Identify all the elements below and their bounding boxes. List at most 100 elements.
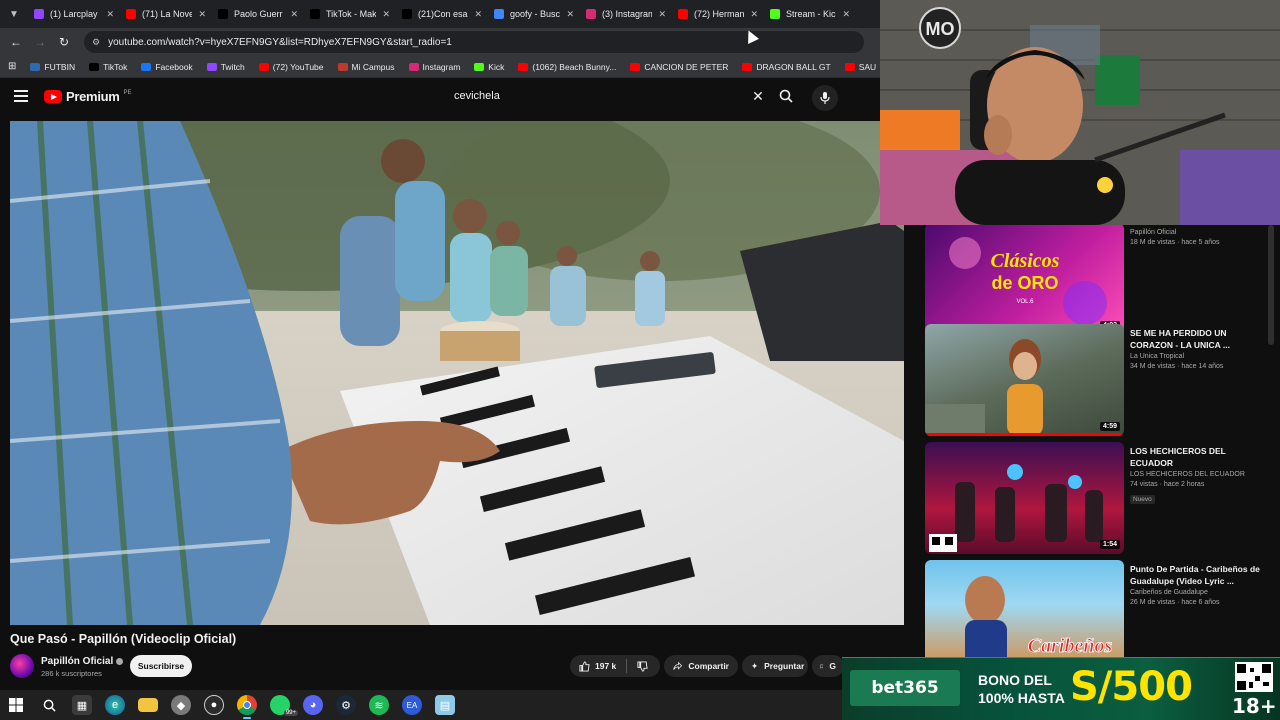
- bookmark-item[interactable]: DRAGON BALL GT: [742, 62, 831, 72]
- microphone-icon: [820, 92, 830, 104]
- close-tab-icon[interactable]: ✕: [566, 9, 574, 20]
- browser-tab[interactable]: (72) Herman ✕: [672, 0, 764, 28]
- bookmark-item[interactable]: (1062) Beach Bunny...: [518, 62, 616, 72]
- tab-label: (21)Con esa: [418, 9, 468, 19]
- channel-avatar[interactable]: [10, 654, 34, 678]
- search-button[interactable]: [770, 84, 802, 108]
- save-button[interactable]: G: [812, 655, 844, 677]
- sponsor-amount: S/500: [1070, 664, 1193, 710]
- logo-text: Premium: [66, 89, 120, 104]
- browser-tab[interactable]: (21)Con esa ✕: [396, 0, 488, 28]
- rec-title[interactable]: Punto De Partida - Caribeños de Guadalup…: [1130, 564, 1260, 587]
- browser-tab[interactable]: Paolo Guerr ✕: [212, 0, 304, 28]
- video-thumbnail[interactable]: Clásicos de ORO VOL.6 4:03: [925, 225, 1124, 335]
- video-player[interactable]: [10, 121, 904, 625]
- tiktok-icon: [218, 9, 228, 19]
- notepad-icon[interactable]: ▤: [435, 695, 455, 715]
- tab-search-icon[interactable]: ▼: [0, 0, 28, 28]
- browser-tab[interactable]: (71) La Nove ✕: [120, 0, 212, 28]
- bookmark-item[interactable]: TikTok: [89, 62, 127, 72]
- bookmark-favicon-icon: [89, 62, 100, 71]
- twitch-icon: [34, 9, 44, 19]
- file-explorer-icon[interactable]: [138, 698, 158, 712]
- ask-button[interactable]: ✦ Preguntar: [742, 655, 808, 677]
- back-button[interactable]: ←: [6, 32, 26, 52]
- thumbs-up-icon: [579, 660, 590, 672]
- browser-tab[interactable]: (3) Instagram ✕: [580, 0, 672, 28]
- share-button[interactable]: Compartir: [664, 655, 738, 677]
- browser-tab[interactable]: goofy - Busc ✕: [488, 0, 580, 28]
- spotify-icon[interactable]: ≋: [369, 695, 389, 715]
- bookmark-item[interactable]: Kick: [474, 62, 504, 72]
- menu-icon[interactable]: [14, 90, 28, 102]
- google-icon: [494, 9, 504, 19]
- youtube-premium-logo[interactable]: Premium PE: [44, 89, 132, 104]
- discord-icon[interactable]: ◕: [303, 695, 323, 715]
- rec-channel[interactable]: Papillón Oficial: [1130, 229, 1260, 236]
- sponsor-logo: bet365: [850, 670, 960, 706]
- thumbs-down-icon[interactable]: [637, 660, 648, 672]
- whatsapp-icon[interactable]: 99+: [270, 695, 298, 716]
- close-tab-icon[interactable]: ✕: [290, 9, 298, 20]
- search-icon[interactable]: [39, 695, 59, 715]
- video-thumbnail[interactable]: Caribeños: [925, 560, 1124, 657]
- bookmark-item[interactable]: Twitch: [206, 62, 245, 72]
- recommendation-item[interactable]: 1:54 LOS HECHICEROS DEL ECUADOR LOS HECH…: [925, 442, 1267, 556]
- recommendation-item[interactable]: 4:59 SE ME HA PERDIDO UN CORAZON - LA UN…: [925, 324, 1267, 438]
- chrome-icon[interactable]: [237, 695, 257, 719]
- rec-title[interactable]: SE ME HA PERDIDO UN CORAZON - LA UNICA .…: [1130, 328, 1260, 351]
- voice-search-button[interactable]: [812, 85, 838, 111]
- rec-title[interactable]: LOS HECHICEROS DEL ECUADOR: [1130, 446, 1260, 469]
- subscribe-button[interactable]: Suscribirse: [130, 655, 192, 677]
- browser-tab[interactable]: Stream - Kick ✕: [764, 0, 856, 28]
- video-thumbnail[interactable]: 1:54: [925, 442, 1124, 554]
- edge-icon[interactable]: e: [105, 695, 125, 715]
- game-icon[interactable]: ◆: [171, 695, 191, 715]
- close-tab-icon[interactable]: ✕: [842, 9, 850, 20]
- close-tab-icon[interactable]: ✕: [658, 9, 666, 20]
- browser-tab[interactable]: TikTok - Mak ✕: [304, 0, 396, 28]
- close-tab-icon[interactable]: ✕: [382, 9, 390, 20]
- bookmark-item[interactable]: CANCION DE PETER: [630, 62, 728, 72]
- bookmark-item[interactable]: (72) YouTube: [258, 62, 324, 72]
- bookmark-label: CANCION DE PETER: [644, 61, 729, 72]
- like-button[interactable]: 197 k: [579, 660, 616, 672]
- recommendation-item[interactable]: Clásicos de ORO VOL.6 4:03 Papillón Ofic…: [925, 225, 1267, 337]
- rec-channel[interactable]: LOS HECHICEROS DEL ECUADOR: [1130, 471, 1260, 478]
- steam-icon[interactable]: ⚙: [336, 695, 356, 715]
- site-info-icon[interactable]: ⚙: [92, 37, 100, 48]
- forward-button[interactable]: →: [30, 32, 50, 52]
- sponsor-line1: BONO DEL: [978, 672, 1052, 688]
- calculator-icon[interactable]: ▦: [72, 695, 92, 715]
- subscriber-count: 286 k suscriptores: [41, 669, 102, 678]
- recommendation-item[interactable]: Caribeños Punto De Partida - Caribeños d…: [925, 560, 1267, 657]
- close-tab-icon[interactable]: ✕: [750, 9, 758, 20]
- close-tab-icon[interactable]: ✕: [198, 9, 206, 20]
- browser-tab[interactable]: (1) Larcplay ✕: [28, 0, 120, 28]
- video-duration: 4:59: [1099, 422, 1120, 431]
- windows-start-icon[interactable]: [6, 695, 26, 715]
- video-duration: 1:54: [1099, 540, 1120, 549]
- sidebar-scrollbar[interactable]: [1268, 225, 1274, 345]
- clear-search-icon[interactable]: ✕: [746, 88, 770, 105]
- watch-progress-bar: [925, 433, 1124, 436]
- obs-icon[interactable]: ●: [204, 695, 224, 715]
- ea-icon[interactable]: EA: [402, 695, 422, 715]
- bookmark-item[interactable]: Mi Campus: [337, 62, 395, 72]
- channel-name-link[interactable]: Papillón Oficial: [41, 656, 124, 667]
- bookmark-item[interactable]: Instagram: [408, 62, 460, 72]
- close-tab-icon[interactable]: ✕: [106, 9, 114, 20]
- bookmark-item[interactable]: FUTBIN: [30, 62, 75, 72]
- bookmark-label: Kick: [488, 61, 505, 72]
- rec-channel[interactable]: La Unica Tropical: [1130, 353, 1260, 360]
- reload-button[interactable]: ↻: [54, 32, 74, 52]
- age-restriction-label: 18+: [1232, 694, 1277, 718]
- search-input[interactable]: [444, 90, 746, 102]
- bookmark-item[interactable]: SAU: [844, 62, 876, 72]
- apps-grid-icon[interactable]: ⊞: [8, 61, 16, 72]
- video-thumbnail[interactable]: 4:59: [925, 324, 1124, 436]
- rec-channel[interactable]: Caribeños de Guadalupe: [1130, 589, 1260, 596]
- search-box: ✕: [444, 84, 802, 108]
- bookmark-item[interactable]: Facebook: [141, 62, 193, 72]
- close-tab-icon[interactable]: ✕: [474, 9, 482, 20]
